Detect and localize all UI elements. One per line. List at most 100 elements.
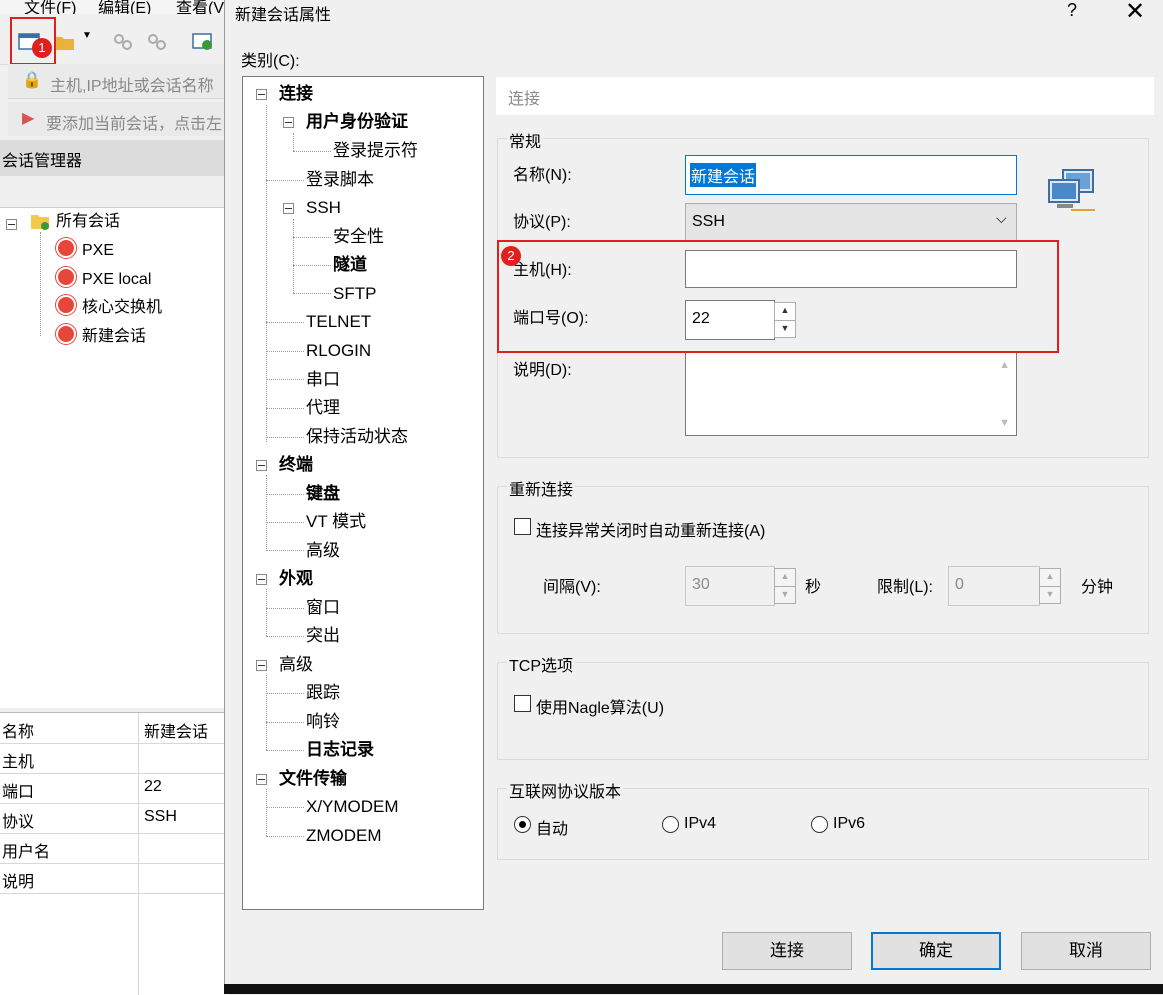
tree-node-appearance[interactable]: 外观 <box>279 566 313 592</box>
session-icon <box>56 295 76 315</box>
session-item[interactable]: PXE local <box>56 267 151 291</box>
interval-input[interactable]: 30 <box>685 566 775 606</box>
limit-spinner[interactable]: ▲ ▼ <box>1039 568 1061 604</box>
hint-text: 要添加当前会话，点击左 <box>46 116 223 133</box>
properties-table: 名称 新建会话 主机 端口 22 协议 SSH 用户名 说明 <box>0 712 230 995</box>
nagle-checkbox[interactable] <box>514 695 531 712</box>
table-row: 端口 22 <box>0 773 230 804</box>
disconnect-icon[interactable] <box>146 32 168 52</box>
collapse-icon[interactable] <box>256 660 267 671</box>
description-textarea[interactable]: ▲ ▼ <box>685 352 1017 436</box>
help-button[interactable]: ? <box>1067 0 1077 21</box>
tcp-group-title: TCP选项 <box>507 652 576 676</box>
connect-icon[interactable] <box>112 32 134 52</box>
tree-node-telnet[interactable]: TELNET <box>306 309 371 335</box>
scroll-up-icon[interactable]: ▲ <box>999 359 1010 371</box>
session-manager-title: 会话管理器 <box>2 153 83 170</box>
spin-down-icon[interactable]: ▼ <box>775 586 795 604</box>
name-input[interactable]: 新建会话 <box>685 155 1017 195</box>
connect-button[interactable]: 连接 <box>722 932 852 970</box>
collapse-icon[interactable] <box>256 460 267 471</box>
menu-edit[interactable]: 编辑(E) <box>98 0 151 14</box>
tree-node-ssh[interactable]: SSH <box>306 195 341 221</box>
limit-input[interactable]: 0 <box>948 566 1040 606</box>
auto-reconnect-checkbox[interactable] <box>514 518 531 535</box>
collapse-icon[interactable] <box>283 117 294 128</box>
tree-node-tunnel[interactable]: 隧道 <box>333 252 367 278</box>
protocol-label: 协议(P): <box>513 214 571 231</box>
ip-auto-radio[interactable] <box>514 816 531 833</box>
tree-node-auth[interactable]: 用户身份验证 <box>306 109 408 135</box>
session-item[interactable]: PXE <box>56 238 114 262</box>
properties-icon[interactable] <box>192 32 214 52</box>
cancel-button[interactable]: 取消 <box>1021 932 1151 970</box>
session-item[interactable]: 核心交换机 <box>56 295 162 319</box>
tree-node-connection[interactable]: 连接 <box>279 81 313 107</box>
tree-node-logging[interactable]: 日志记录 <box>306 737 374 763</box>
auto-reconnect-label: 连接异常关闭时自动重新连接(A) <box>536 523 766 540</box>
protocol-select[interactable]: SSH ⌵ <box>685 203 1017 241</box>
spin-up-icon[interactable]: ▲ <box>775 569 795 586</box>
tree-node-sftp[interactable]: SFTP <box>333 281 376 307</box>
tree-node-security[interactable]: 安全性 <box>333 224 384 250</box>
spin-down-icon[interactable]: ▼ <box>1040 586 1060 604</box>
collapse-icon[interactable] <box>256 774 267 785</box>
tree-node-serial[interactable]: 串口 <box>306 367 340 393</box>
chevron-down-icon[interactable]: ▼ <box>82 30 92 41</box>
table-row: 说明 <box>0 863 230 894</box>
session-item[interactable]: 新建会话 <box>56 324 146 348</box>
open-folder-icon[interactable] <box>54 32 76 52</box>
tree-node-login-script[interactable]: 登录脚本 <box>306 167 374 193</box>
scroll-down-icon[interactable]: ▼ <box>999 417 1010 429</box>
session-root[interactable]: 所有会话 <box>56 210 120 234</box>
chevron-down-icon: ⌵ <box>996 210 1007 226</box>
collapse-icon[interactable] <box>256 574 267 585</box>
spin-up-icon[interactable]: ▲ <box>1040 569 1060 586</box>
session-properties-dialog: 新建会话属性 ? ✕ 类别(C): 连接 用户身份验证 登录提示符 登录脚本 S… <box>224 0 1163 984</box>
tree-node-proxy[interactable]: 代理 <box>306 395 340 421</box>
name-input-value: 新建会话 <box>690 163 757 187</box>
collapse-icon[interactable] <box>256 89 267 100</box>
session-icon <box>56 238 76 258</box>
menu-view[interactable]: 查看(V <box>176 0 224 14</box>
tree-node-xymodem[interactable]: X/YMODEM <box>306 794 399 820</box>
dialog-title: 新建会话属性 <box>235 7 332 24</box>
nagle-label: 使用Nagle算法(U) <box>536 700 665 717</box>
tree-node-rlogin[interactable]: RLOGIN <box>306 338 371 364</box>
annotation-badge-2: 2 <box>501 246 521 266</box>
interval-label: 间隔(V): <box>543 579 601 596</box>
tree-node-highlight[interactable]: 突出 <box>306 623 340 649</box>
limit-unit: 分钟 <box>1081 579 1114 596</box>
tree-node-terminal-advanced[interactable]: 高级 <box>306 538 340 564</box>
annotation-badge-1: 1 <box>32 38 52 58</box>
tree-node-terminal[interactable]: 终端 <box>279 452 313 478</box>
session-icon <box>56 324 76 344</box>
protocol-select-value: SSH <box>692 213 725 230</box>
table-row: 用户名 <box>0 833 230 864</box>
tree-node-window[interactable]: 窗口 <box>306 595 340 621</box>
tree-node-zmodem[interactable]: ZMODEM <box>306 823 382 849</box>
ok-button[interactable]: 确定 <box>871 932 1001 970</box>
tree-node-trace[interactable]: 跟踪 <box>306 680 340 706</box>
collapse-icon[interactable] <box>6 219 17 230</box>
ipv4-radio[interactable] <box>662 816 679 833</box>
computer-network-icon <box>1048 169 1095 211</box>
tree-node-file-transfer[interactable]: 文件传输 <box>279 766 347 792</box>
address-placeholder: 主机,IP地址或会话名称 <box>50 78 214 95</box>
table-row: 协议 SSH <box>0 803 230 834</box>
ip-version-group-title: 互联网协议版本 <box>507 778 624 802</box>
collapse-icon[interactable] <box>283 203 294 214</box>
tree-node-keyboard[interactable]: 键盘 <box>306 481 340 507</box>
close-button[interactable]: ✕ <box>1125 0 1145 26</box>
tree-node-keepalive[interactable]: 保持活动状态 <box>306 424 408 450</box>
tree-node-advanced[interactable]: 高级 <box>279 652 313 678</box>
address-bar[interactable]: 🔒 主机,IP地址或会话名称 <box>8 64 230 99</box>
tree-node-vt-mode[interactable]: VT 模式 <box>306 509 366 535</box>
interval-spinner[interactable]: ▲ ▼ <box>774 568 796 604</box>
ipv6-radio[interactable] <box>811 816 828 833</box>
menu-file[interactable]: 文件(F) <box>24 0 76 14</box>
tree-node-bell[interactable]: 响铃 <box>306 709 340 735</box>
session-manager-header: 会话管理器 <box>0 140 230 176</box>
tree-node-login-prompt[interactable]: 登录提示符 <box>333 138 418 164</box>
folder-icon <box>31 215 49 230</box>
